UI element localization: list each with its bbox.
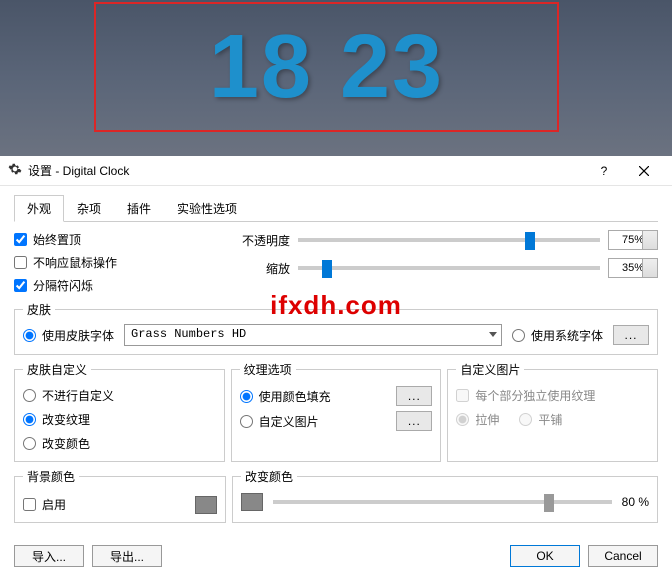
separator-flash-checkbox[interactable]: 分隔符闪烁	[14, 276, 224, 295]
color-change-legend: 改变颜色	[241, 468, 297, 485]
custom-image-radio[interactable]: 自定义图片	[240, 412, 319, 431]
clock-time: 18 23	[209, 16, 444, 119]
import-button[interactable]: 导入...	[14, 545, 84, 567]
texture-legend: 纹理选项	[240, 361, 296, 378]
texture-options-group: 纹理选项 使用颜色填充 ... 自定义图片 ...	[231, 361, 442, 462]
bg-legend: 背景颜色	[23, 468, 79, 485]
tab-appearance[interactable]: 外观	[14, 195, 64, 222]
custom-image-button[interactable]: ...	[396, 411, 432, 431]
color-change-value: 80 %	[622, 495, 649, 509]
opacity-label: 不透明度	[234, 232, 290, 249]
use-system-font-radio[interactable]: 使用系统字体	[512, 326, 603, 345]
custom-none-radio[interactable]: 不进行自定义	[23, 386, 216, 405]
gear-icon	[8, 162, 22, 179]
dialog-footer: 导入... 导出... OK Cancel	[0, 537, 672, 575]
zoom-slider[interactable]	[298, 266, 600, 270]
close-button[interactable]	[624, 157, 664, 185]
titlebar: 设置 - Digital Clock ?	[0, 156, 672, 186]
zoom-label: 缩放	[234, 260, 290, 277]
ok-button[interactable]: OK	[510, 545, 580, 567]
tab-bar: 外观 杂项 插件 实验性选项	[14, 194, 658, 222]
skin-custom-group: 皮肤自定义 不进行自定义 改变纹理 改变颜色	[14, 361, 225, 462]
bg-color-swatch[interactable]	[195, 496, 217, 514]
color-fill-button[interactable]: ...	[396, 386, 432, 406]
window-title: 设置 - Digital Clock	[28, 162, 129, 179]
use-skin-font-radio[interactable]: 使用皮肤字体	[23, 326, 114, 345]
help-button[interactable]: ?	[584, 157, 624, 185]
custom-image-legend: 自定义图片	[456, 361, 524, 378]
opacity-spinbox[interactable]: 75%	[608, 230, 658, 250]
color-change-group: 改变颜色 80 %	[232, 468, 658, 523]
color-change-slider[interactable]	[273, 500, 612, 504]
skin-group: 皮肤 使用皮肤字体 Grass Numbers HD 使用系统字体 ...	[14, 301, 658, 355]
bg-enable-checkbox[interactable]: 启用	[23, 495, 66, 514]
zoom-spinbox[interactable]: 35%	[608, 258, 658, 278]
skin-custom-legend: 皮肤自定义	[23, 361, 91, 378]
cancel-button[interactable]: Cancel	[588, 545, 658, 567]
bg-color-group: 背景颜色 启用	[14, 468, 226, 523]
tab-misc[interactable]: 杂项	[64, 195, 114, 222]
custom-color-radio[interactable]: 改变颜色	[23, 434, 216, 453]
tab-plugins[interactable]: 插件	[114, 195, 164, 222]
color-fill-radio[interactable]: 使用颜色填充	[240, 387, 331, 406]
tile-radio: 平铺	[519, 410, 562, 429]
selection-box: 18 23	[94, 2, 559, 132]
per-part-checkbox: 每个部分独立使用纹理	[456, 386, 649, 405]
skin-combo[interactable]: Grass Numbers HD	[124, 324, 502, 346]
change-color-swatch[interactable]	[241, 493, 263, 511]
opacity-slider[interactable]	[298, 238, 600, 242]
clock-preview: 18 23	[0, 0, 672, 156]
export-button[interactable]: 导出...	[92, 545, 162, 567]
font-select-button[interactable]: ...	[613, 325, 649, 345]
custom-texture-radio[interactable]: 改变纹理	[23, 410, 216, 429]
ignore-mouse-checkbox[interactable]: 不响应鼠标操作	[14, 253, 224, 272]
tab-experimental[interactable]: 实验性选项	[164, 195, 250, 222]
stretch-radio: 拉伸	[456, 410, 499, 429]
custom-image-group: 自定义图片 每个部分独立使用纹理 拉伸 平铺	[447, 361, 658, 462]
skin-legend: 皮肤	[23, 301, 55, 318]
stay-on-top-checkbox[interactable]: 始终置顶	[14, 230, 224, 249]
